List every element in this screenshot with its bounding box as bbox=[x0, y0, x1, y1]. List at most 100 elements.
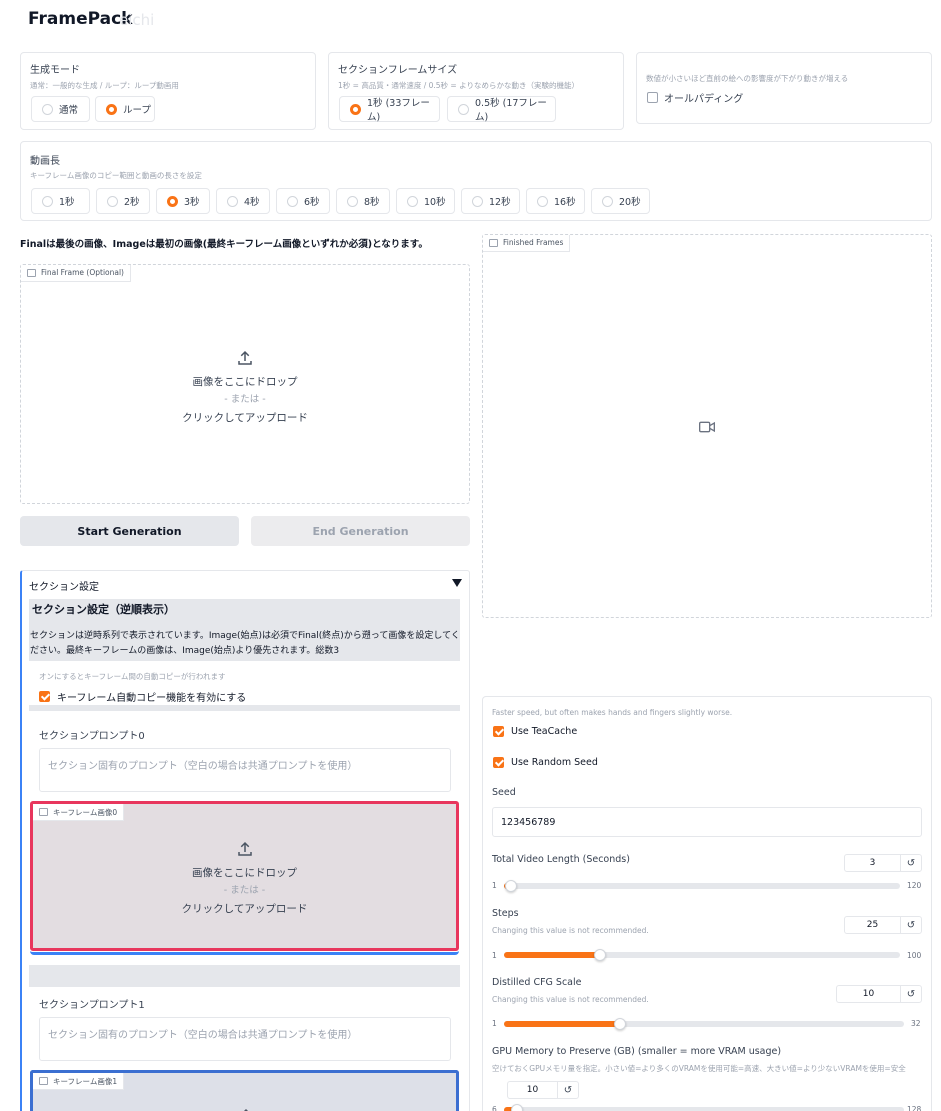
reset-icon[interactable]: ↺ bbox=[901, 986, 921, 1002]
section-prompt-input-0[interactable]: セクション固有のプロンプト（空白の場合は共通プロンプトを使用） bbox=[39, 748, 451, 792]
radio-length-5[interactable]: 6秒 bbox=[276, 188, 330, 214]
gen-mode-label: 生成モード bbox=[30, 65, 80, 76]
radio-length-4[interactable]: 4秒 bbox=[216, 188, 270, 214]
video-camera-icon bbox=[699, 421, 715, 433]
radio-length-8[interactable]: 12秒 bbox=[461, 188, 520, 214]
radio-length-6[interactable]: 8秒 bbox=[336, 188, 390, 214]
radio-length-7[interactable]: 10秒 bbox=[396, 188, 455, 214]
steps-number[interactable]: 25 ↺ bbox=[844, 916, 922, 934]
image-icon bbox=[39, 808, 48, 816]
radio-label: 2秒 bbox=[124, 197, 140, 208]
radio-dot bbox=[42, 103, 53, 115]
cfg-info: Changing this value is not recommended. bbox=[492, 995, 649, 1004]
autocopy-checkbox[interactable] bbox=[39, 691, 50, 702]
total-length-min: 1 bbox=[492, 881, 497, 890]
end-generation-button[interactable]: End Generation bbox=[251, 516, 470, 546]
radio-dot bbox=[458, 103, 469, 115]
gpu-number[interactable]: 10 ↺ bbox=[507, 1081, 579, 1099]
total-length-slider[interactable] bbox=[504, 880, 900, 892]
keyframe-tag-1: キーフレーム画像1 bbox=[33, 1073, 125, 1090]
app-title-ghost: eichi bbox=[119, 11, 155, 29]
gpu-label: GPU Memory to Preserve (GB) (smaller = m… bbox=[492, 1046, 782, 1057]
section-1: セクションプロンプト1 セクション固有のプロンプト（空白の場合は共通プロンプトを… bbox=[29, 987, 460, 1111]
click-upload-text: クリックしてアップロード bbox=[181, 903, 308, 915]
radio-dot bbox=[602, 195, 613, 207]
teacache-info: Faster speed, but often makes hands and … bbox=[492, 708, 733, 717]
video-icon bbox=[489, 239, 498, 247]
autocopy-checkbox-row[interactable]: キーフレーム自動コピー機能を有効にする bbox=[39, 689, 246, 704]
keyframe-dropzone-0[interactable]: キーフレーム画像0 画像をここにドロップ - または - クリックしてアップロー… bbox=[30, 801, 459, 951]
random-seed-label: Use Random Seed bbox=[511, 757, 598, 768]
final-frame-dropzone[interactable]: Final Frame (Optional) 画像をここにドロップ - または … bbox=[20, 264, 470, 504]
keyframe-dropzone-1[interactable]: キーフレーム画像1 bbox=[30, 1070, 459, 1111]
final-frame-tag: Final Frame (Optional) bbox=[21, 265, 131, 282]
radio-dot bbox=[407, 195, 418, 207]
section-settings-description: セクションは逆時系列で表示されています。Image(始点)は必須でFinal(終… bbox=[30, 631, 460, 656]
radio-frame-05s[interactable]: 0.5秒 (17フレーム) bbox=[447, 96, 556, 123]
radio-length-3[interactable]: 3秒 bbox=[156, 188, 210, 214]
radio-length-2[interactable]: 2秒 bbox=[96, 188, 150, 214]
accordion-header[interactable]: セクション設定 bbox=[22, 571, 470, 595]
padding-checkbox[interactable] bbox=[647, 92, 658, 103]
padding-panel: 数値が小さいほど直前の絵への影響度が下がり動きが増える オールパディング bbox=[636, 52, 932, 124]
radio-label: 6秒 bbox=[304, 197, 320, 208]
click-upload-text: クリックしてアップロード bbox=[182, 412, 308, 424]
radio-label: 0.5秒 (17フレーム) bbox=[475, 98, 547, 123]
steps-label: Steps bbox=[492, 908, 519, 919]
steps-info: Changing this value is not recommended. bbox=[492, 926, 649, 935]
section-prompt-label-0: セクションプロンプト0 bbox=[39, 731, 145, 742]
reset-icon[interactable]: ↺ bbox=[901, 917, 921, 933]
radio-length-1[interactable]: 1秒 bbox=[31, 188, 90, 214]
keyframe-tag-0: キーフレーム画像0 bbox=[33, 804, 125, 821]
upload-icon bbox=[243, 1108, 249, 1111]
radio-gen-normal[interactable]: 通常 bbox=[31, 96, 90, 122]
random-seed-checkbox[interactable] bbox=[493, 757, 504, 768]
random-seed-checkbox-row[interactable]: Use Random Seed bbox=[493, 757, 598, 768]
radio-dot bbox=[472, 195, 483, 207]
section-prompt-input-1[interactable]: セクション固有のプロンプト（空白の場合は共通プロンプトを使用） bbox=[39, 1017, 451, 1061]
radio-dot bbox=[42, 195, 53, 207]
section-frame-label: セクションフレームサイズ bbox=[338, 65, 458, 76]
drop-text: 画像をここにドロップ bbox=[192, 376, 298, 388]
padding-info: 数値が小さいほど直前の絵への影響度が下がり動きが増える bbox=[646, 74, 849, 83]
image-icon bbox=[39, 1077, 48, 1085]
cfg-slider[interactable] bbox=[504, 1018, 904, 1030]
radio-frame-1s[interactable]: 1秒 (33フレーム) bbox=[339, 96, 440, 123]
autocopy-box: オンにするとキーフレーム間の自動コピーが行われます キーフレーム自動コピー機能を… bbox=[29, 663, 460, 711]
reset-icon[interactable]: ↺ bbox=[901, 855, 921, 871]
radio-label: 10秒 bbox=[424, 197, 446, 208]
padding-checkbox-row[interactable]: オールパディング bbox=[647, 90, 743, 105]
total-length-max: 120 bbox=[907, 881, 922, 890]
radio-gen-loop[interactable]: ループ bbox=[95, 96, 155, 122]
teacache-checkbox-row[interactable]: Use TeaCache bbox=[493, 726, 577, 737]
radio-label: 8秒 bbox=[364, 197, 380, 208]
radio-label: 12秒 bbox=[489, 197, 511, 208]
upload-icon bbox=[238, 350, 252, 365]
cfg-number[interactable]: 10 ↺ bbox=[836, 985, 922, 1003]
radio-length-10[interactable]: 20秒 bbox=[591, 188, 650, 214]
radio-label: 1秒 bbox=[59, 197, 75, 208]
cfg-min: 1 bbox=[492, 1019, 497, 1028]
autocopy-label: キーフレーム自動コピー機能を有効にする bbox=[57, 693, 247, 704]
teacache-checkbox[interactable] bbox=[493, 726, 504, 737]
steps-slider[interactable] bbox=[504, 949, 900, 961]
radio-label: 4秒 bbox=[244, 197, 260, 208]
autocopy-info: オンにするとキーフレーム間の自動コピーが行われます bbox=[39, 672, 226, 681]
gpu-max: 128 bbox=[907, 1105, 922, 1111]
gpu-slider[interactable] bbox=[504, 1104, 904, 1111]
finished-frames-tag: Finished Frames bbox=[483, 235, 571, 252]
reset-icon[interactable]: ↺ bbox=[558, 1082, 578, 1098]
radio-label: 1秒 (33フレーム) bbox=[367, 98, 430, 123]
section-0-bottom-bar bbox=[30, 951, 459, 955]
section-separator bbox=[29, 965, 460, 987]
final-frame-drop-content: 画像をここにドロップ - または - クリックしてアップロード bbox=[21, 349, 469, 427]
section-0: セクションプロンプト0 セクション固有のプロンプト（空白の場合は共通プロンプトを… bbox=[29, 717, 460, 965]
seed-input[interactable]: 123456789 bbox=[492, 807, 922, 837]
radio-length-9[interactable]: 16秒 bbox=[526, 188, 585, 214]
video-length-info: キーフレーム画像のコピー範囲と動画の長さを設定 bbox=[30, 171, 202, 180]
start-generation-button[interactable]: Start Generation bbox=[20, 516, 239, 546]
total-length-number[interactable]: 3 ↺ bbox=[844, 854, 922, 872]
steps-min: 1 bbox=[492, 951, 497, 960]
gen-mode-panel: 生成モード 通常：一般的な生成 / ループ：ループ動画用 通常 ループ bbox=[20, 52, 316, 130]
teacache-label: Use TeaCache bbox=[511, 726, 578, 737]
